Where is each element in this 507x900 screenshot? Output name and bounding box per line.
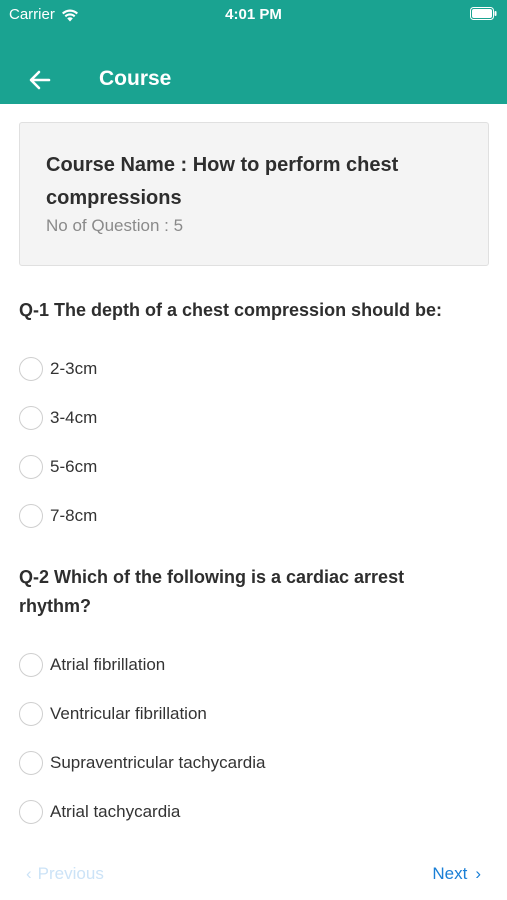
radio-button[interactable]	[19, 702, 43, 726]
question-2-option-2[interactable]: Ventricular fibrillation	[19, 700, 207, 728]
option-label: Atrial tachycardia	[50, 802, 181, 821]
page-title: Course	[99, 67, 172, 90]
question-1-text: Q-1 The depth of a chest compression sho…	[19, 300, 443, 320]
question-1-option-4[interactable]: 7-8cm	[19, 502, 97, 530]
previous-label: Previous	[37, 864, 104, 883]
chevron-left-icon: ‹	[26, 864, 32, 883]
option-label: Atrial fibrillation	[50, 655, 166, 674]
chevron-right-icon: ›	[475, 864, 481, 883]
next-button[interactable]: Next ›	[432, 864, 481, 884]
radio-button[interactable]	[19, 357, 43, 381]
question-1-option-2[interactable]: 3-4cm	[19, 404, 97, 432]
radio-button[interactable]	[19, 751, 43, 775]
question-2-text: Q-2 Which of the following is a cardiac …	[19, 567, 405, 616]
option-label: 3-4cm	[50, 408, 98, 427]
back-button[interactable]	[28, 68, 52, 92]
status-bar: Carrier 4:01 PM	[0, 0, 507, 30]
radio-button[interactable]	[19, 406, 43, 430]
battery-icon	[470, 7, 497, 20]
option-label: 2-3cm	[50, 359, 98, 378]
next-label: Next	[432, 864, 468, 883]
radio-button[interactable]	[19, 800, 43, 824]
arrow-left-icon	[29, 70, 51, 90]
radio-button[interactable]	[19, 504, 43, 528]
course-info-card: Course Name : How to perform chest compr…	[19, 122, 489, 266]
option-label: Ventricular fibrillation	[50, 704, 207, 723]
option-label: Supraventricular tachycardia	[50, 753, 266, 772]
question-2-option-3[interactable]: Supraventricular tachycardia	[19, 749, 265, 777]
question-2-option-1[interactable]: Atrial fibrillation	[19, 651, 165, 679]
app-screen: Carrier 4:01 PM Course Course Name: How…	[0, 0, 507, 900]
status-time: 4:01 PM	[225, 6, 282, 23]
option-label: 5-6cm	[50, 457, 98, 476]
radio-button[interactable]	[19, 455, 43, 479]
nav-bar: Course	[0, 58, 507, 102]
question-1-option-3[interactable]: 5-6cm	[19, 453, 97, 481]
radio-button[interactable]	[19, 653, 43, 677]
header-bar: Carrier 4:01 PM Course	[0, 0, 507, 104]
question-1-option-1[interactable]: 2-3cm	[19, 355, 97, 383]
question-count: No of Question : 5	[46, 216, 184, 235]
option-label: 7-8cm	[50, 506, 98, 525]
course-name: Course Name : How to perform chest compr…	[46, 154, 399, 209]
question-2-option-4[interactable]: Atrial tachycardia	[19, 798, 180, 826]
previous-button[interactable]: ‹ Previous	[26, 864, 104, 884]
